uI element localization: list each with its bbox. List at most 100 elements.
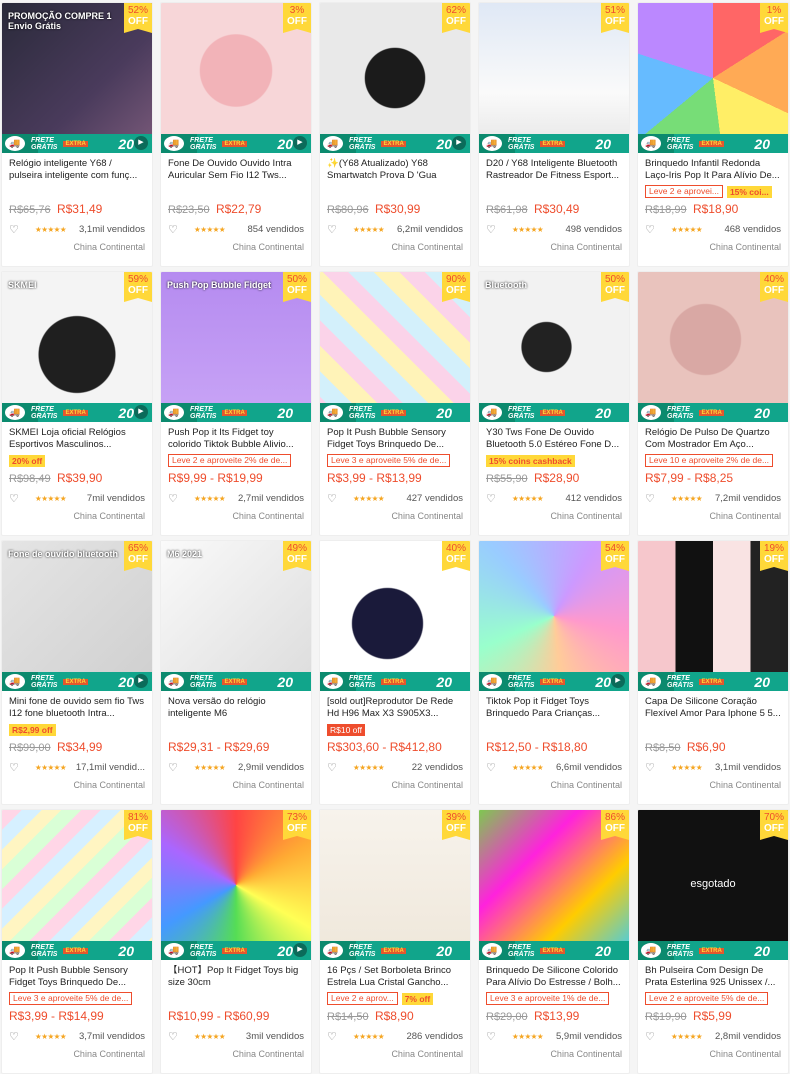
product-card[interactable]: SKMEI 59% OFF 🚚 FRETE GRÁTIS EXTRA 20 ▶ S… xyxy=(2,272,152,535)
product-card[interactable]: 39% OFF 🚚 FRETE GRÁTIS EXTRA 20 16 Pçs / … xyxy=(320,810,470,1073)
heart-outline-icon[interactable]: ♡ xyxy=(327,223,339,236)
play-video-icon[interactable]: ▶ xyxy=(452,136,466,150)
price: R$8,50 R$6,90 xyxy=(645,740,781,754)
heart-outline-icon[interactable]: ♡ xyxy=(486,223,498,236)
product-image[interactable]: 40% OFF 🚚 FRETE GRÁTIS EXTRA 20 xyxy=(320,541,470,691)
play-video-icon[interactable]: ▶ xyxy=(293,943,307,957)
product-card[interactable]: 62% OFF 🚚 FRETE GRÁTIS EXTRA 20 ▶ ✨(Y68 A… xyxy=(320,3,470,266)
product-title[interactable]: Capa De Silicone Coração Flexível Amor P… xyxy=(645,696,781,719)
product-image[interactable]: 86% OFF 🚚 FRETE GRÁTIS EXTRA 20 xyxy=(479,810,629,960)
product-title[interactable]: Brinquedo De Silicone Colorido Para Alív… xyxy=(486,965,622,988)
product-card[interactable]: 1% OFF 🚚 FRETE GRÁTIS EXTRA 20 Brinquedo … xyxy=(638,3,788,266)
product-card[interactable]: PROMOÇÃO COMPRE 1 Envio Grátis 52% OFF 🚚… xyxy=(2,3,152,266)
product-image[interactable]: PROMOÇÃO COMPRE 1 Envio Grátis 52% OFF 🚚… xyxy=(2,3,152,153)
product-title[interactable]: 16 Pçs / Set Borboleta Brinco Estrela Lu… xyxy=(327,965,463,988)
star-icon: ★★★★★ xyxy=(353,494,385,503)
product-title[interactable]: Bh Pulseira Com Design De Prata Esterlin… xyxy=(645,965,781,988)
heart-outline-icon[interactable]: ♡ xyxy=(486,492,498,505)
original-price: R$61,98 xyxy=(486,204,528,216)
product-card[interactable]: 54% OFF 🚚 FRETE GRÁTIS EXTRA 20 ▶ Tiktok … xyxy=(479,541,629,804)
product-card[interactable]: 51% OFF 🚚 FRETE GRÁTIS EXTRA 20 D20 / Y68… xyxy=(479,3,629,266)
product-title[interactable]: SKMEI Loja oficial Relógios Esportivos M… xyxy=(9,427,145,450)
product-card[interactable]: Bluetooth 50% OFF 🚚 FRETE GRÁTIS EXTRA 20… xyxy=(479,272,629,535)
heart-outline-icon[interactable]: ♡ xyxy=(645,223,657,236)
product-title[interactable]: Brinquedo Infantil Redonda Laço-Iris Pop… xyxy=(645,158,781,181)
product-card[interactable]: M6 2021 49% OFF 🚚 FRETE GRÁTIS EXTRA 20 N… xyxy=(161,541,311,804)
product-card[interactable]: Push Pop Bubble Fidget 50% OFF 🚚 FRETE GR… xyxy=(161,272,311,535)
heart-outline-icon[interactable]: ♡ xyxy=(9,761,21,774)
product-image[interactable]: Fone de ouvido bluetooth 65% OFF 🚚 FRETE… xyxy=(2,541,152,691)
product-image[interactable]: 90% OFF 🚚 FRETE GRÁTIS EXTRA 20 xyxy=(320,272,470,422)
product-title[interactable]: Tiktok Pop it Fidget Toys Brinquedo Para… xyxy=(486,696,622,719)
product-image[interactable]: 1% OFF 🚚 FRETE GRÁTIS EXTRA 20 xyxy=(638,3,788,153)
heart-outline-icon[interactable]: ♡ xyxy=(168,761,180,774)
play-video-icon[interactable]: ▶ xyxy=(134,136,148,150)
product-image[interactable]: 73% OFF 🚚 FRETE GRÁTIS EXTRA 20 ▶ xyxy=(161,810,311,960)
product-card[interactable]: 73% OFF 🚚 FRETE GRÁTIS EXTRA 20 ▶ 【HOT】Po… xyxy=(161,810,311,1073)
product-title[interactable]: Pop It Push Bubble Sensory Fidget Toys B… xyxy=(327,427,463,450)
product-card[interactable]: 40% OFF 🚚 FRETE GRÁTIS EXTRA 20 [sold out… xyxy=(320,541,470,804)
heart-outline-icon[interactable]: ♡ xyxy=(168,492,180,505)
heart-outline-icon[interactable]: ♡ xyxy=(486,761,498,774)
heart-outline-icon[interactable]: ♡ xyxy=(645,1030,657,1043)
product-card[interactable]: 86% OFF 🚚 FRETE GRÁTIS EXTRA 20 Brinquedo… xyxy=(479,810,629,1073)
discount-badge: 50% OFF xyxy=(283,272,311,302)
heart-outline-icon[interactable]: ♡ xyxy=(9,1030,21,1043)
seller-location: China Continental xyxy=(391,780,463,790)
product-title[interactable]: Relógio De Pulso De Quartzo Com Mostrado… xyxy=(645,427,781,450)
heart-outline-icon[interactable]: ♡ xyxy=(327,761,339,774)
product-title[interactable]: Push Pop it Its Fidget toy colorido Tikt… xyxy=(168,427,304,450)
product-image[interactable]: SKMEI 59% OFF 🚚 FRETE GRÁTIS EXTRA 20 ▶ xyxy=(2,272,152,422)
sold-count: 412 vendidos xyxy=(565,493,622,504)
product-card[interactable]: 19% OFF 🚚 FRETE GRÁTIS EXTRA 20 Capa De S… xyxy=(638,541,788,804)
product-title[interactable]: 【HOT】Pop It Fidget Toys big size 30cm xyxy=(168,965,304,988)
heart-outline-icon[interactable]: ♡ xyxy=(327,492,339,505)
product-image[interactable]: 3% OFF 🚚 FRETE GRÁTIS EXTRA 20 ▶ xyxy=(161,3,311,153)
product-image[interactable]: 40% OFF 🚚 FRETE GRÁTIS EXTRA 20 xyxy=(638,272,788,422)
play-video-icon[interactable]: ▶ xyxy=(134,405,148,419)
heart-outline-icon[interactable]: ♡ xyxy=(486,1030,498,1043)
product-title[interactable]: Relógio inteligente Y68 / pulseira intel… xyxy=(9,158,145,181)
product-card[interactable]: 3% OFF 🚚 FRETE GRÁTIS EXTRA 20 ▶ Fone De … xyxy=(161,3,311,266)
heart-outline-icon[interactable]: ♡ xyxy=(168,1030,180,1043)
product-image[interactable]: 54% OFF 🚚 FRETE GRÁTIS EXTRA 20 ▶ xyxy=(479,541,629,691)
product-card[interactable]: 90% OFF 🚚 FRETE GRÁTIS EXTRA 20 Pop It Pu… xyxy=(320,272,470,535)
product-image[interactable]: Push Pop Bubble Fidget 50% OFF 🚚 FRETE GR… xyxy=(161,272,311,422)
product-image[interactable]: 39% OFF 🚚 FRETE GRÁTIS EXTRA 20 xyxy=(320,810,470,960)
product-image[interactable]: esgotado 70% OFF 🚚 FRETE GRÁTIS EXTRA 20 xyxy=(638,810,788,960)
promo-tag: Leve 2 e aproveite 5% de de... xyxy=(645,992,769,1005)
product-title[interactable]: Y30 Tws Fone De Ouvido Bluetooth 5.0 Est… xyxy=(486,427,622,450)
product-title[interactable]: Mini fone de ouvido sem fio Tws I12 fone… xyxy=(9,696,145,719)
product-image[interactable]: Bluetooth 50% OFF 🚚 FRETE GRÁTIS EXTRA 20 xyxy=(479,272,629,422)
product-card[interactable]: Fone de ouvido bluetooth 65% OFF 🚚 FRETE… xyxy=(2,541,152,804)
product-image[interactable]: 62% OFF 🚚 FRETE GRÁTIS EXTRA 20 ▶ xyxy=(320,3,470,153)
promo-tags xyxy=(168,184,304,199)
product-title[interactable]: ✨(Y68 Atualizado) Y68 Smartwatch Prova D… xyxy=(327,158,463,181)
product-title[interactable]: Fone De Ouvido Ouvido Intra Auricular Se… xyxy=(168,158,304,181)
play-video-icon[interactable]: ▶ xyxy=(134,674,148,688)
product-image[interactable]: M6 2021 49% OFF 🚚 FRETE GRÁTIS EXTRA 20 xyxy=(161,541,311,691)
price: R$303,60 - R$412,80 xyxy=(327,740,463,754)
product-image[interactable]: 51% OFF 🚚 FRETE GRÁTIS EXTRA 20 xyxy=(479,3,629,153)
product-title[interactable]: [sold out]Reprodutor De Rede Hd H96 Max … xyxy=(327,696,463,719)
product-card[interactable]: esgotado 70% OFF 🚚 FRETE GRÁTIS EXTRA 20 … xyxy=(638,810,788,1073)
heart-outline-icon[interactable]: ♡ xyxy=(645,492,657,505)
promo-tags xyxy=(327,184,463,199)
product-image[interactable]: 81% OFF 🚚 FRETE GRÁTIS EXTRA 20 xyxy=(2,810,152,960)
product-image[interactable]: 19% OFF 🚚 FRETE GRÁTIS EXTRA 20 xyxy=(638,541,788,691)
product-card[interactable]: 81% OFF 🚚 FRETE GRÁTIS EXTRA 20 Pop It Pu… xyxy=(2,810,152,1073)
heart-outline-icon[interactable]: ♡ xyxy=(645,761,657,774)
heart-outline-icon[interactable]: ♡ xyxy=(168,223,180,236)
product-card[interactable]: 40% OFF 🚚 FRETE GRÁTIS EXTRA 20 Relógio D… xyxy=(638,272,788,535)
seller-location: China Continental xyxy=(391,1049,463,1059)
product-title[interactable]: Pop It Push Bubble Sensory Fidget Toys B… xyxy=(9,965,145,988)
product-title[interactable]: Nova versão do relógio inteligente M6 xyxy=(168,696,304,719)
play-video-icon[interactable]: ▶ xyxy=(293,136,307,150)
play-video-icon[interactable]: ▶ xyxy=(611,674,625,688)
product-title[interactable]: D20 / Y68 Inteligente Bluetooth Rastread… xyxy=(486,158,622,181)
heart-outline-icon[interactable]: ♡ xyxy=(9,223,21,236)
heart-outline-icon[interactable]: ♡ xyxy=(327,1030,339,1043)
heart-outline-icon[interactable]: ♡ xyxy=(9,492,21,505)
original-price: R$18,99 xyxy=(645,204,687,216)
price: R$12,50 - R$18,80 xyxy=(486,740,622,754)
